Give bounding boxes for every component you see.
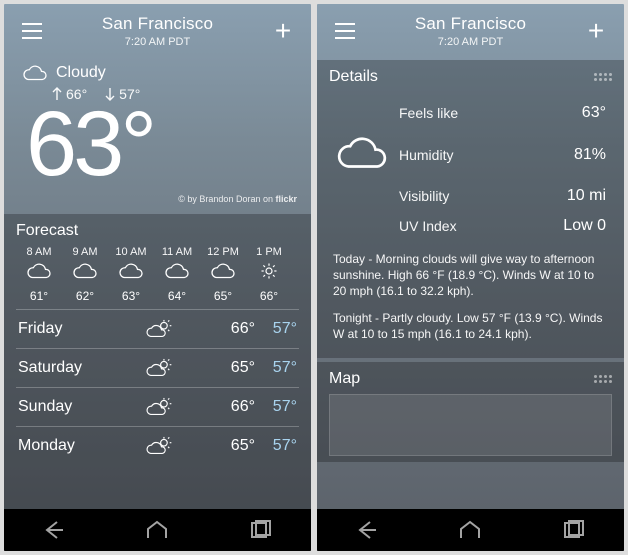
- cloud-icon: [72, 262, 98, 280]
- local-time: 7:20 AM PDT: [359, 36, 582, 48]
- daily-row[interactable]: Friday66°57°: [16, 309, 299, 348]
- hourly-item: 1 PM66°: [246, 246, 292, 303]
- local-time: 7:20 AM PDT: [46, 36, 269, 48]
- partly-icon: [145, 436, 173, 456]
- hourly-item: 12 PM65°: [200, 246, 246, 303]
- plus-icon: +: [588, 17, 604, 45]
- location-header[interactable]: San Francisco 7:20 AM PDT: [359, 14, 582, 48]
- detail-row: Humidity81%: [333, 128, 608, 181]
- android-navbar: [317, 509, 624, 551]
- add-location-button[interactable]: +: [269, 17, 297, 45]
- condition-icon: [22, 64, 48, 82]
- hourly-item: 9 AM62°: [62, 246, 108, 303]
- daily-forecast[interactable]: Friday66°57°Saturday65°57°Sunday66°57°Mo…: [16, 309, 299, 465]
- sun-icon: [256, 262, 282, 280]
- cloud-icon: [26, 262, 52, 280]
- condition-text: Cloudy: [56, 64, 106, 82]
- hourly-item: 26: [292, 246, 299, 303]
- location-name: San Francisco: [359, 14, 582, 34]
- partly-icon: [145, 358, 173, 378]
- hourly-item: 10 AM63°: [108, 246, 154, 303]
- detail-row: Feels like63°: [333, 98, 608, 128]
- topbar: San Francisco 7:20 AM PDT +: [317, 4, 624, 50]
- current-conditions: Cloudy 66° 57° 63°: [4, 50, 311, 190]
- map-panel: Map: [317, 362, 624, 462]
- forecast-panel: Forecast 8 AM61°9 AM62°10 AM63°11 AM64°1…: [4, 214, 311, 509]
- back-button[interactable]: [356, 520, 380, 540]
- plus-icon: +: [275, 17, 291, 45]
- cloud-icon: [210, 262, 236, 280]
- cloud-icon: [335, 134, 389, 172]
- cloud-icon: [118, 262, 144, 280]
- forecast-today-text: Today - Morning clouds will give way to …: [329, 251, 612, 310]
- map-placeholder[interactable]: [329, 394, 612, 456]
- forecast-tonight-text: Tonight - Partly cloudy. Low 57 °F (13.9…: [329, 310, 612, 352]
- drag-handle-icon[interactable]: [594, 73, 612, 81]
- map-title: Map: [329, 370, 360, 388]
- partly-icon: [145, 319, 173, 339]
- cloud-icon: [164, 262, 190, 280]
- hamburger-icon: [22, 23, 42, 39]
- location-header[interactable]: San Francisco 7:20 AM PDT: [46, 14, 269, 48]
- drag-handle-icon[interactable]: [594, 375, 612, 383]
- detail-row: UV IndexLow 0: [333, 211, 608, 241]
- partly-icon: [145, 397, 173, 417]
- location-name: San Francisco: [46, 14, 269, 34]
- daily-row[interactable]: Saturday65°57°: [16, 348, 299, 387]
- back-button[interactable]: [43, 520, 67, 540]
- weather-screen-main: San Francisco 7:20 AM PDT + Cloudy 66° 5…: [4, 4, 311, 551]
- details-panel: Details Feels like63°Humidity81%Visibili…: [317, 60, 624, 358]
- current-temp: 63°: [26, 98, 293, 190]
- photo-credit[interactable]: © by Brandon Doran on flickr: [4, 190, 311, 210]
- android-navbar: [4, 509, 311, 551]
- menu-button[interactable]: [331, 17, 359, 45]
- recent-button[interactable]: [248, 520, 272, 540]
- topbar: San Francisco 7:20 AM PDT +: [4, 4, 311, 50]
- high-temp: 66°: [52, 86, 87, 102]
- home-button[interactable]: [145, 520, 169, 540]
- hourly-item: 8 AM61°: [16, 246, 62, 303]
- hourly-forecast[interactable]: 8 AM61°9 AM62°10 AM63°11 AM64°12 PM65°1 …: [16, 246, 299, 303]
- detail-row: Visibility10 mi: [333, 181, 608, 211]
- daily-row[interactable]: Sunday66°57°: [16, 387, 299, 426]
- low-temp: 57°: [105, 86, 140, 102]
- add-location-button[interactable]: +: [582, 17, 610, 45]
- hourly-item: 11 AM64°: [154, 246, 200, 303]
- weather-screen-details: San Francisco 7:20 AM PDT + Details Feel…: [317, 4, 624, 551]
- menu-button[interactable]: [18, 17, 46, 45]
- hamburger-icon: [335, 23, 355, 39]
- home-button[interactable]: [458, 520, 482, 540]
- recent-button[interactable]: [561, 520, 585, 540]
- forecast-title: Forecast: [16, 222, 78, 240]
- details-title: Details: [329, 68, 378, 86]
- daily-row[interactable]: Monday65°57°: [16, 426, 299, 465]
